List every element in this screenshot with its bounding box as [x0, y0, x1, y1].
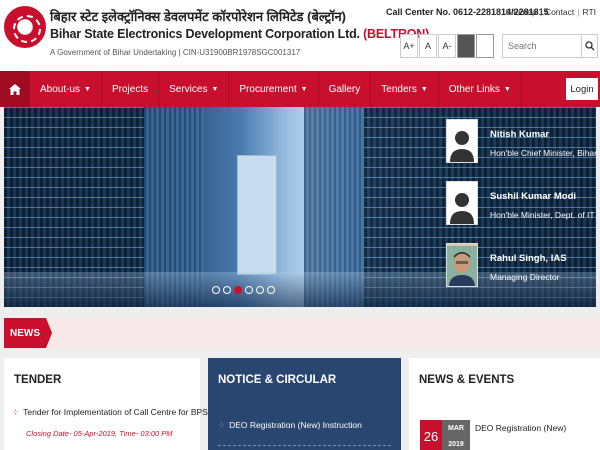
official-card: Rahul Singh, IAS Managing Director — [444, 239, 596, 301]
notice-item-text: DEO Registration (New) Instruction — [229, 420, 362, 430]
site-header: बिहार स्टेट इलेक्ट्रॉनिक्स डेवलपमेंट कॉर… — [0, 0, 600, 71]
tender-item[interactable]: ⁘ Tender for Implementation of Call Centr… — [12, 407, 215, 418]
official-name: Nitish Kumar — [490, 129, 550, 140]
nav-services-label: Services — [169, 83, 208, 95]
chevron-down-icon: ▼ — [300, 85, 308, 93]
official-role: Hon'ble Chief Minister, Bihar — [490, 148, 597, 158]
font-increase-button[interactable]: A+ — [400, 34, 418, 58]
nav-other-links[interactable]: Other Links ▼ — [439, 71, 522, 107]
events-title: NEWS & EVENTS — [419, 374, 515, 386]
font-size-controls: A+ A A- — [400, 34, 457, 58]
nav-projects-label: Projects — [111, 83, 149, 95]
event-item-text[interactable]: DEO Registration (New) — [475, 423, 566, 433]
divider — [218, 445, 391, 446]
sitemap-link[interactable]: Sitemap — [506, 7, 537, 17]
font-decrease-button[interactable]: A- — [438, 34, 456, 58]
nav-services[interactable]: Services ▼ — [159, 71, 230, 107]
person-avatar-icon — [446, 181, 478, 225]
slider-dot[interactable] — [212, 286, 220, 294]
tender-closing-date: Closing Date- 05-Apr-2019, Time- 03:00 P… — [26, 429, 173, 438]
tender-panel: TENDER ⁘ Tender for Implementation of Cal… — [4, 358, 215, 450]
official-role: Hon'ble Minister, Dept. of IT — [490, 210, 595, 220]
slider-dots — [212, 286, 278, 294]
slider-dot[interactable] — [267, 286, 275, 294]
chevron-down-icon: ▼ — [503, 85, 511, 93]
news-ticker-label: NEWS — [4, 318, 46, 348]
bullet-icon: ⁘ — [12, 407, 20, 417]
nav-procurement-label: Procurement — [239, 83, 297, 95]
news-ticker: NEWS — [4, 318, 600, 348]
slider-dot-active[interactable] — [234, 286, 242, 294]
official-card: Sushil Kumar Modi Hon'ble Minister, Dept… — [444, 177, 596, 239]
contact-link[interactable]: Contact — [545, 7, 574, 17]
official-photo — [446, 243, 478, 287]
tender-title: TENDER — [14, 374, 62, 386]
slider-dot[interactable] — [245, 286, 253, 294]
org-name-english: Bihar State Electronics Development Corp… — [50, 27, 429, 41]
beltron-logo-icon[interactable] — [4, 6, 46, 48]
server-room-door — [237, 155, 277, 275]
nav-projects[interactable]: Projects — [102, 71, 160, 107]
event-year: 2019 — [448, 440, 464, 448]
home-icon[interactable] — [0, 71, 30, 107]
nav-tenders-label: Tenders — [381, 83, 417, 95]
officials-list: Nitish Kumar Hon'ble Chief Minister, Bih… — [444, 115, 597, 301]
theme-light-button[interactable] — [476, 34, 494, 58]
event-day: 26 — [420, 420, 442, 450]
org-name-english-text: Bihar State Electronics Development Corp… — [50, 27, 360, 41]
chevron-down-icon: ▼ — [420, 85, 428, 93]
org-name-hindi: बिहार स्टेट इलेक्ट्रॉनिक्स डेवलपमेंट कॉर… — [50, 9, 346, 24]
slider-dot[interactable] — [223, 286, 231, 294]
official-name: Sushil Kumar Modi — [490, 191, 577, 202]
tender-item-text: Tender for Implementation of Call Centre… — [23, 407, 215, 417]
nav-gallery[interactable]: Gallery — [319, 71, 372, 107]
official-name: Rahul Singh, IAS — [490, 253, 567, 264]
rti-link[interactable]: RTI — [582, 7, 596, 17]
nav-procurement[interactable]: Procurement ▼ — [229, 71, 319, 107]
notice-title: NOTICE & CIRCULAR — [218, 374, 337, 386]
nav-about-us[interactable]: About-us ▼ — [30, 71, 102, 107]
official-role: Managing Director — [490, 272, 560, 282]
bullet-icon: ⁘ — [218, 420, 226, 430]
login-button[interactable]: Login — [566, 78, 598, 100]
font-normal-button[interactable]: A — [419, 34, 437, 58]
org-subtitle: A Government of Bihar Undertaking | CIN-… — [50, 48, 301, 57]
notice-panel: NOTICE & CIRCULAR ⁘ DEO Registration (New… — [208, 358, 401, 450]
chevron-down-icon: ▼ — [211, 85, 219, 93]
search-input[interactable] — [503, 35, 581, 57]
theme-controls — [457, 34, 495, 58]
official-card: Nitish Kumar Hon'ble Chief Minister, Bih… — [444, 115, 597, 177]
chevron-down-icon: ▼ — [84, 85, 91, 93]
theme-dark-button[interactable] — [457, 34, 475, 58]
main-nav: About-us ▼ Projects Services ▼ Procurement… — [0, 71, 600, 107]
events-panel: NEWS & EVENTS 26 MAR 2019 DEO Registrati… — [409, 358, 600, 450]
nav-other-links-label: Other Links — [448, 83, 500, 95]
event-month: MAR — [448, 424, 464, 432]
person-avatar-icon — [446, 119, 478, 163]
search-icon[interactable] — [581, 35, 597, 57]
slider-dot[interactable] — [256, 286, 264, 294]
nav-gallery-label: Gallery — [328, 83, 361, 95]
event-date-badge: 26 MAR 2019 — [420, 420, 470, 450]
nav-about-us-label: About-us — [40, 83, 81, 95]
top-links: Sitemap | Contact | RTI — [505, 7, 596, 17]
ticker-arrow-icon — [46, 318, 52, 348]
notice-item[interactable]: ⁘ DEO Registration (New) Instruction — [218, 420, 362, 431]
search-box — [502, 34, 598, 58]
nav-tenders[interactable]: Tenders ▼ — [371, 71, 439, 107]
